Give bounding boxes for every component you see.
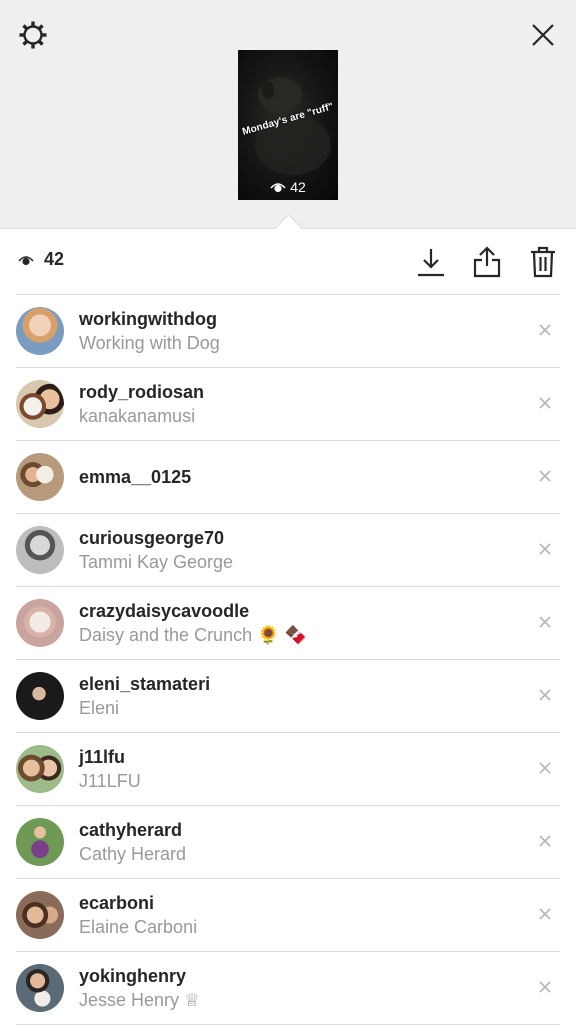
remove-viewer-button[interactable] [536, 832, 554, 850]
viewer-row[interactable]: emma__0125 [16, 441, 560, 514]
story-thumbnail[interactable]: Monday's are "ruff" 42 [238, 50, 338, 200]
remove-viewer-button[interactable] [536, 759, 554, 777]
viewer-username[interactable]: rody_rodiosan [79, 382, 204, 403]
viewer-fullname: Daisy and the Crunch 🌻 🍫 [79, 625, 307, 645]
trash-icon [531, 246, 555, 278]
viewer-fullname: Working with Dog [79, 333, 220, 353]
viewer-row[interactable]: j11lfu J11LFU [16, 733, 560, 806]
avatar[interactable] [16, 526, 64, 574]
viewer-row[interactable]: yokinghenry Jesse Henry ♕ [16, 952, 560, 1025]
share-button[interactable] [470, 243, 504, 281]
settings-button[interactable] [16, 18, 50, 52]
avatar[interactable] [16, 453, 64, 501]
remove-viewer-button[interactable] [536, 394, 554, 412]
viewer-row[interactable]: eleni_stamateri Eleni [16, 660, 560, 733]
download-button[interactable] [414, 243, 448, 281]
viewer-username[interactable]: eleni_stamateri [79, 674, 210, 695]
close-icon [539, 470, 551, 482]
close-icon [539, 616, 551, 628]
remove-viewer-button[interactable] [536, 686, 554, 704]
viewer-username[interactable]: cathyherard [79, 820, 182, 841]
share-icon [473, 246, 501, 278]
remove-viewer-button[interactable] [536, 540, 554, 558]
delete-button[interactable] [526, 243, 560, 281]
viewer-username[interactable]: curiousgeorge70 [79, 528, 224, 549]
gear-icon [19, 21, 47, 49]
eye-icon [18, 255, 34, 265]
viewers-list: workingwithdog Working with Dog rody_rod… [0, 295, 576, 1025]
close-icon [539, 689, 551, 701]
remove-viewer-button[interactable] [536, 905, 554, 923]
close-icon [539, 835, 551, 847]
avatar[interactable] [16, 891, 64, 939]
close-icon [539, 908, 551, 920]
viewer-row[interactable]: cathyherard Cathy Herard [16, 806, 560, 879]
remove-viewer-button[interactable] [536, 321, 554, 339]
download-icon [418, 249, 444, 277]
story-view-count: 42 [238, 179, 338, 195]
close-button[interactable] [526, 18, 560, 52]
viewer-fullname: Elaine Carboni [79, 917, 198, 937]
eye-icon [270, 183, 286, 193]
viewer-username[interactable]: workingwithdog [79, 309, 217, 330]
close-icon [539, 397, 551, 409]
story-views-label: 42 [290, 179, 306, 195]
viewer-username[interactable]: emma__0125 [79, 467, 191, 488]
viewer-row[interactable]: curiousgeorge70 Tammi Kay George [16, 514, 560, 587]
remove-viewer-button[interactable] [536, 613, 554, 631]
avatar[interactable] [16, 818, 64, 866]
viewer-row[interactable]: workingwithdog Working with Dog [16, 295, 560, 368]
avatar[interactable] [16, 964, 64, 1012]
avatar[interactable] [16, 672, 64, 720]
viewer-username[interactable]: yokinghenry [79, 966, 186, 987]
story-preview-header: Monday's are "ruff" 42 [0, 0, 576, 241]
viewer-fullname: kanakanamusi [79, 406, 196, 426]
viewer-fullname: Cathy Herard [79, 844, 187, 864]
close-icon [539, 324, 551, 336]
viewer-fullname: Jesse Henry ♕ [79, 990, 201, 1010]
viewer-username[interactable]: crazydaisycavoodle [79, 601, 249, 622]
viewers-count: 42 [18, 249, 64, 270]
viewer-fullname: Eleni [79, 698, 120, 718]
viewer-row[interactable]: crazydaisycavoodle Daisy and the Crunch … [16, 587, 560, 660]
avatar[interactable] [16, 745, 64, 793]
viewer-fullname: J11LFU [79, 771, 141, 791]
viewer-toolbar: 42 [0, 229, 576, 294]
viewer-fullname: Tammi Kay George [79, 552, 234, 572]
viewers-count-label: 42 [44, 249, 65, 269]
close-icon [539, 762, 551, 774]
remove-viewer-button[interactable] [536, 467, 554, 485]
remove-viewer-button[interactable] [536, 978, 554, 996]
viewer-row[interactable]: ecarboni Elaine Carboni [16, 879, 560, 952]
viewer-username[interactable]: ecarboni [79, 893, 154, 914]
avatar[interactable] [16, 307, 64, 355]
close-icon [532, 24, 554, 46]
viewer-username[interactable]: j11lfu [79, 747, 125, 768]
close-icon [539, 543, 551, 555]
avatar[interactable] [16, 599, 64, 647]
avatar[interactable] [16, 380, 64, 428]
viewer-row[interactable]: rody_rodiosan kanakanamusi [16, 368, 560, 441]
close-icon [539, 981, 551, 993]
